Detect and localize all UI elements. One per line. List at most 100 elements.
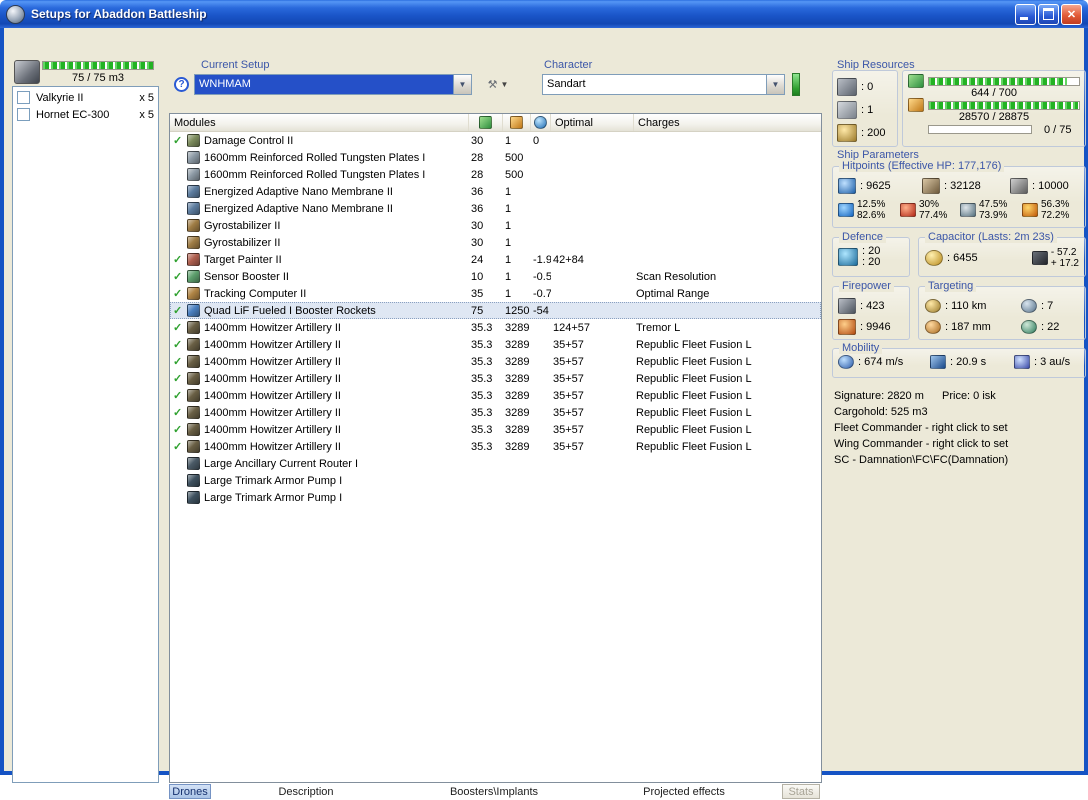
drone-bay-icon [14, 60, 40, 84]
module-row[interactable]: ✓Quad LiF Fueled I Booster Rockets751250… [170, 302, 821, 319]
module-powergrid: 3289 [503, 424, 531, 436]
module-row[interactable]: Gyrostabilizer II301 [170, 234, 821, 251]
drone-list-item[interactable]: Valkyrie IIx 5 [13, 89, 158, 106]
tab-boosters-implants[interactable]: Boosters\Implants [424, 784, 564, 799]
close-button[interactable]: ✕ [1061, 4, 1082, 25]
module-charge: Republic Fleet Fusion L [634, 424, 821, 436]
cpu-usage-column-header[interactable] [469, 114, 503, 131]
module-row[interactable]: ✓Tracking Computer II351-0.7Optimal Rang… [170, 285, 821, 302]
module-row[interactable]: Energized Adaptive Nano Membrane II361 [170, 200, 821, 217]
fleet-commander-text[interactable]: Fleet Commander - right click to set [834, 422, 1008, 434]
module-row[interactable]: Energized Adaptive Nano Membrane II361 [170, 183, 821, 200]
module-name: Energized Adaptive Nano Membrane II [204, 186, 393, 198]
chevron-down-icon[interactable]: ▼ [766, 75, 784, 94]
module-name: Target Painter II [204, 254, 282, 266]
module-cap-use: -0.7 [531, 288, 551, 300]
module-name: Energized Adaptive Nano Membrane II [204, 203, 393, 215]
module-icon [187, 423, 200, 436]
launcher-slots-value: : 1 [861, 104, 873, 116]
drone-bandwidth-bar [928, 125, 1032, 134]
optimal-column-header[interactable]: Optimal [551, 114, 634, 131]
module-cpu: 35.3 [469, 407, 503, 419]
powergrid-usage-column-header[interactable] [503, 114, 531, 131]
module-name-cell: ✓Tracking Computer II [170, 287, 469, 300]
modules-column-header[interactable]: Modules [170, 114, 469, 131]
character-select[interactable]: Sandart ▼ [542, 74, 785, 95]
module-row[interactable]: ✓Target Painter II241-1.942+84 [170, 251, 821, 268]
module-cpu: 30 [469, 135, 503, 147]
module-row[interactable]: ✓1400mm Howitzer Artillery II35.3328935+… [170, 387, 821, 404]
wing-commander-text[interactable]: Wing Commander - right click to set [834, 438, 1008, 450]
module-icon [187, 372, 200, 385]
module-icon [187, 457, 200, 470]
setup-tools-button[interactable]: ⚒ ▼ [482, 74, 514, 95]
module-row[interactable]: ✓Sensor Booster II101-0.5Scan Resolution [170, 268, 821, 285]
tab-drones[interactable]: Drones [169, 784, 211, 799]
maximize-button[interactable] [1038, 4, 1059, 25]
chevron-down-icon: ▼ [500, 80, 508, 89]
module-row[interactable]: Large Trimark Armor Pump I [170, 472, 821, 489]
drone-checkbox[interactable] [17, 91, 30, 104]
module-charge: Republic Fleet Fusion L [634, 339, 821, 351]
module-row[interactable]: ✓1400mm Howitzer Artillery II35.3328935+… [170, 336, 821, 353]
active-check-icon: ✓ [173, 355, 187, 368]
module-icon [187, 185, 200, 198]
drone-bay-list[interactable]: Valkyrie IIx 5Hornet EC-300x 5 [12, 86, 159, 783]
module-row[interactable]: Large Ancillary Current Router I [170, 455, 821, 472]
sensor-strength-icon [1021, 320, 1037, 334]
armor-hp-value: : 32128 [944, 180, 981, 192]
cpu-usage-icon [479, 116, 492, 129]
tab-description[interactable]: Description [246, 784, 366, 799]
tab-projected-effects[interactable]: Projected effects [614, 784, 754, 799]
chevron-down-icon[interactable]: ▼ [453, 75, 471, 94]
calibration-icon [837, 124, 857, 142]
module-optimal: 42+84 [551, 254, 634, 266]
module-row[interactable]: 1600mm Reinforced Rolled Tungsten Plates… [170, 149, 821, 166]
targeting-box: Targeting : 110 km : 7 : 187 mm : 22 [918, 286, 1086, 340]
hull-hp-icon [1010, 178, 1028, 194]
setup-select-value: WNHMAM [195, 75, 453, 94]
module-cpu: 30 [469, 220, 503, 232]
module-row[interactable]: ✓1400mm Howitzer Artillery II35.33289124… [170, 319, 821, 336]
module-name: Large Trimark Armor Pump I [204, 475, 342, 487]
active-check-icon: ✓ [173, 253, 187, 266]
powergrid-usage-icon [510, 116, 523, 129]
module-cpu: 36 [469, 186, 503, 198]
drone-checkbox[interactable] [17, 108, 30, 121]
module-cpu: 36 [469, 203, 503, 215]
module-icon [187, 474, 200, 487]
resource-bars-box: 644 / 700 28570 / 28875 0 / 75 [902, 70, 1086, 147]
module-charge: Scan Resolution [634, 271, 821, 283]
module-row[interactable]: ✓Damage Control II3010 [170, 132, 821, 149]
module-row[interactable]: Gyrostabilizer II301 [170, 217, 821, 234]
charges-column-header[interactable]: Charges [634, 114, 821, 131]
module-row[interactable]: ✓1400mm Howitzer Artillery II35.3328935+… [170, 353, 821, 370]
capacitor-usage-column-header[interactable] [531, 114, 551, 131]
module-row[interactable]: ✓1400mm Howitzer Artillery II35.3328935+… [170, 438, 821, 455]
setup-select[interactable]: WNHMAM ▼ [194, 74, 472, 95]
minimize-button[interactable] [1015, 4, 1036, 25]
module-name: 1400mm Howitzer Artillery II [204, 390, 341, 402]
module-row[interactable]: ✓1400mm Howitzer Artillery II35.3328935+… [170, 421, 821, 438]
capacitor-label: Capacitor (Lasts: 2m 23s) [925, 231, 1057, 243]
module-row[interactable]: ✓1400mm Howitzer Artillery II35.3328935+… [170, 370, 821, 387]
speed-value: : 674 m/s [858, 356, 903, 368]
module-row[interactable]: Large Trimark Armor Pump I [170, 489, 821, 506]
drone-list-item[interactable]: Hornet EC-300x 5 [13, 106, 158, 123]
module-powergrid: 3289 [503, 373, 531, 385]
module-powergrid: 1 [503, 271, 531, 283]
armor-hp-icon [922, 178, 940, 194]
module-icon [187, 168, 200, 181]
targeting-range-value: : 110 km [945, 300, 986, 312]
module-cap-use: -0.5 [531, 271, 551, 283]
help-icon[interactable]: ? [174, 77, 189, 92]
module-row[interactable]: 1600mm Reinforced Rolled Tungsten Plates… [170, 166, 821, 183]
scan-resolution-icon [925, 320, 941, 334]
module-name-cell: ✓1400mm Howitzer Artillery II [170, 440, 469, 453]
turret-hardpoint-icon [837, 78, 857, 96]
em-resist-icon [838, 203, 854, 217]
module-row[interactable]: ✓1400mm Howitzer Artillery II35.3328935+… [170, 404, 821, 421]
module-powergrid: 3289 [503, 407, 531, 419]
active-check-icon: ✓ [173, 389, 187, 402]
shield-hp-value: : 9625 [860, 180, 891, 192]
